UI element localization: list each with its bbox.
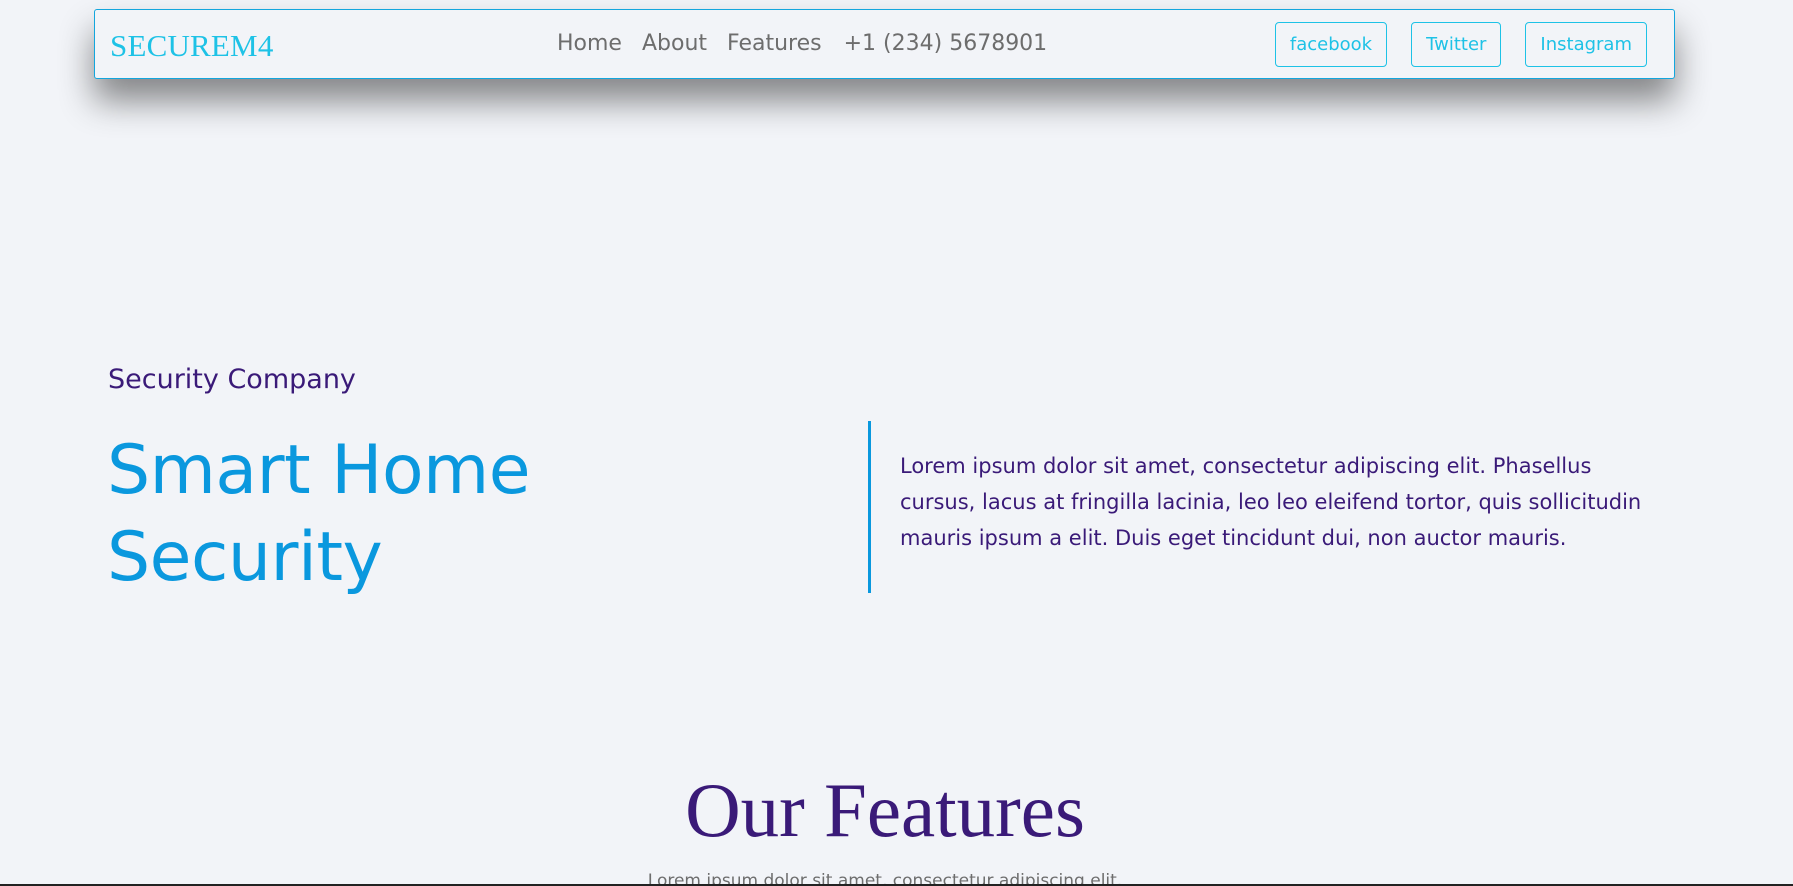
twitter-button[interactable]: Twitter: [1411, 22, 1502, 67]
social-buttons: facebook Twitter Instagram: [1274, 22, 1647, 67]
nav-link-about[interactable]: About: [642, 31, 707, 57]
features-title: Our Features: [685, 767, 1085, 853]
nav-link-home[interactable]: Home: [557, 31, 622, 57]
brand-logo[interactable]: SECUREM4: [110, 30, 274, 61]
hero-title: Smart Home Security: [107, 431, 531, 597]
nav-link-phone[interactable]: +1 (234) 5678901: [844, 31, 1048, 57]
page: SECUREM4 Home About Features +1 (234) 56…: [0, 0, 1793, 886]
navbar: SECUREM4 Home About Features +1 (234) 56…: [94, 9, 1675, 79]
nav-links: Home About Features +1 (234) 5678901: [557, 31, 1067, 57]
nav-link-features[interactable]: Features: [727, 31, 822, 57]
hero-eyebrow: Security Company: [108, 364, 356, 395]
facebook-button[interactable]: facebook: [1274, 22, 1388, 67]
instagram-button[interactable]: Instagram: [1525, 22, 1647, 67]
hero-divider: [868, 421, 871, 593]
hero-description: Lorem ipsum dolor sit amet, consectetur …: [900, 454, 1642, 550]
